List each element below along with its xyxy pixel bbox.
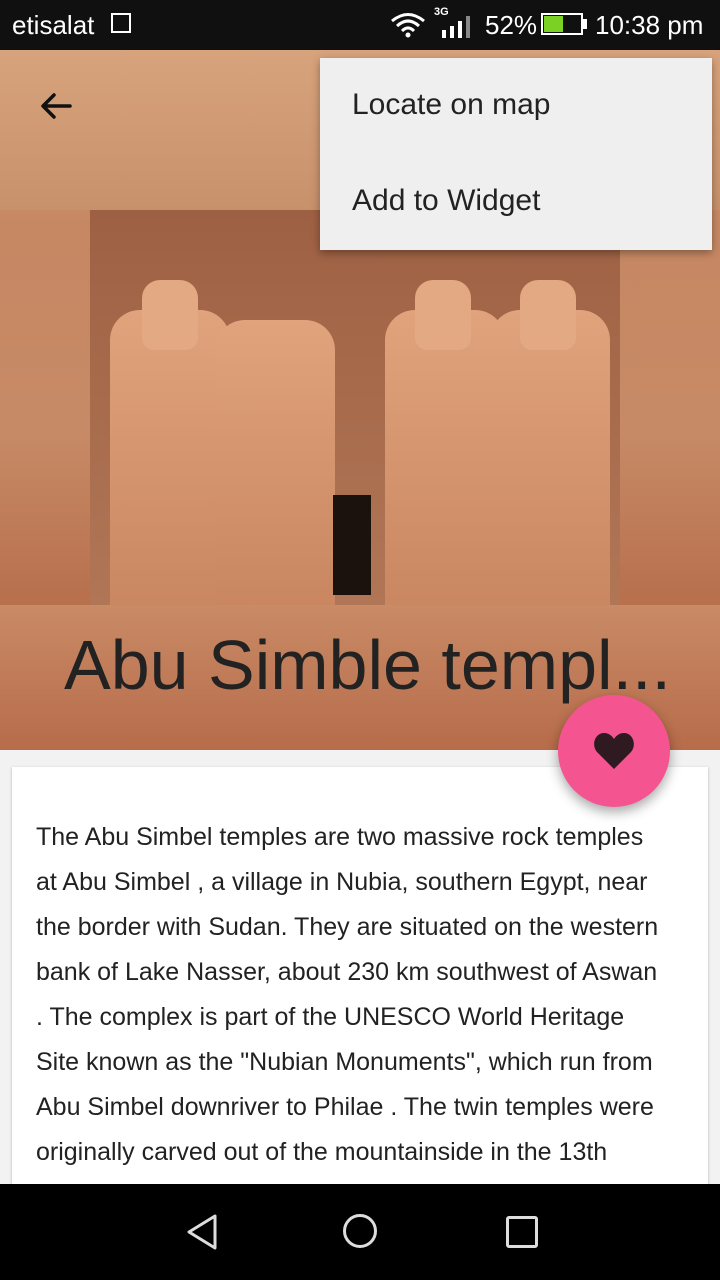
signal-icon — [442, 16, 470, 38]
battery-level-fill — [544, 16, 563, 32]
description-text: The Abu Simbel temples are two massive r… — [36, 815, 696, 1175]
statue-head — [520, 280, 576, 350]
description-card: The Abu Simbel temples are two massive r… — [12, 767, 708, 1207]
nav-home-icon[interactable] — [343, 1214, 377, 1248]
menu-item-add-to-widget[interactable]: Add to Widget — [352, 184, 540, 218]
clock: 10:38 pm — [595, 10, 704, 40]
arrow-left-icon[interactable] — [36, 86, 76, 126]
statue-head — [415, 280, 471, 350]
statue — [385, 310, 505, 630]
overflow-menu: Locate on map Add to Widget — [320, 58, 712, 250]
description-line: Abu Simbel downriver to Philae . The twi… — [36, 1093, 654, 1121]
statue-head — [142, 280, 198, 350]
battery-percent: 52% — [485, 10, 538, 40]
battery-charging-icon — [541, 13, 583, 35]
heart-icon — [594, 733, 634, 769]
battery-tip — [583, 19, 587, 29]
description-line: the border with Sudan. They are situated… — [36, 913, 659, 941]
image-icon — [111, 13, 131, 33]
favorite-button[interactable] — [558, 695, 670, 807]
statue — [215, 320, 335, 620]
nav-back-icon[interactable] — [184, 1212, 220, 1252]
temple-doorway — [333, 495, 371, 595]
description-line: at Abu Simbel , a village in Nubia, sout… — [36, 868, 648, 896]
description-line: . The complex is part of the UNESCO Worl… — [36, 1003, 625, 1031]
statue — [490, 310, 610, 630]
status-bar: etisalat 3G 52% 10:38 pm — [0, 0, 720, 50]
menu-item-locate-on-map[interactable]: Locate on map — [352, 88, 550, 122]
page-title: Abu Simble templ... — [64, 626, 671, 704]
statue — [110, 310, 230, 630]
nav-recents-icon[interactable] — [506, 1216, 538, 1248]
description-line: originally carved out of the mountainsid… — [36, 1138, 608, 1166]
carrier-name: etisalat — [12, 10, 95, 40]
description-line: bank of Lake Nasser, about 230 km southw… — [36, 958, 658, 986]
description-line: The Abu Simbel temples are two massive r… — [36, 823, 644, 851]
description-line: Site known as the "Nubian Monuments", wh… — [36, 1048, 653, 1076]
wifi-icon — [391, 13, 425, 38]
